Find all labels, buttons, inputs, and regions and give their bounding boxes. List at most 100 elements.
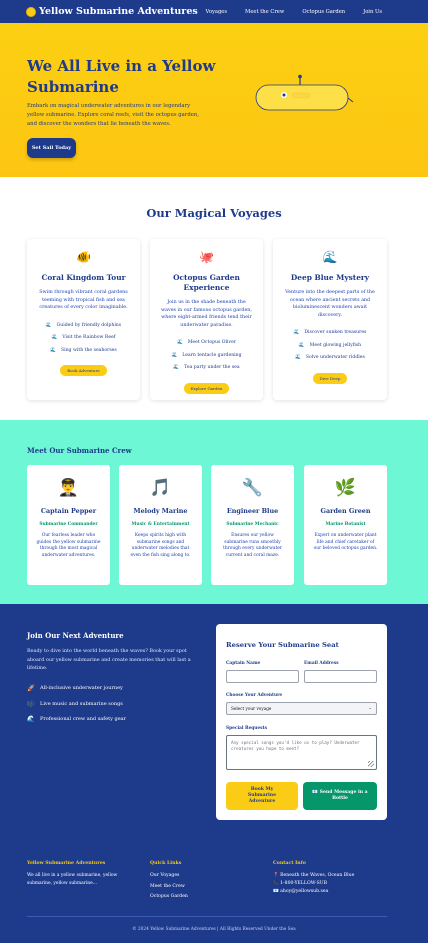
special-requests-textarea[interactable]: Any special songs you'd like us to play?… xyxy=(226,735,377,770)
site-footer: Yellow Submarine Adventures We all live … xyxy=(0,839,428,943)
form-title: Reserve Your Submarine Seat xyxy=(226,641,339,649)
nav-voyages[interactable]: Voyages xyxy=(206,9,227,15)
list-item: 🌊 Learn tentacle gardening xyxy=(171,352,242,358)
footer-link-garden[interactable]: Octopus Garden xyxy=(150,894,188,899)
list-item: 🌊 Solve underwater riddles xyxy=(295,355,365,361)
crew-name: Melody Marine xyxy=(133,507,188,515)
feature-item: 🌊 Professional crew and safety gear xyxy=(27,715,127,723)
hero-section: We All Live in a Yellow Submarine Embark… xyxy=(0,23,428,177)
captain-name-field[interactable] xyxy=(226,670,299,683)
voyage-features: 🌊 Meet Octopus Oliver 🌊 Learn tentacle gar… xyxy=(150,337,263,375)
footer-brand-title: Yellow Submarine Adventures xyxy=(27,861,106,866)
footer-link-voyages[interactable]: Our Voyages xyxy=(150,873,179,878)
adventure-title: Join Our Next Adventure xyxy=(27,631,124,640)
voyage-description: Venture into the deepest parts of the oc… xyxy=(285,290,375,318)
crew-name: Captain Pepper xyxy=(40,507,97,515)
wave-icon: 🌊 xyxy=(173,365,180,371)
feature-item: 🚀 All-inclusive underwater journey xyxy=(27,684,123,692)
voyage-card-deep-blue: 🌊 Deep Blue Mystery Venture into the dee… xyxy=(273,239,387,400)
voyage-description: Swim through vibrant coral gardens teemi… xyxy=(39,290,128,311)
resize-handle-icon[interactable] xyxy=(368,761,374,767)
main-nav: Voyages Meet the Crew Octopus Garden Joi… xyxy=(206,0,382,23)
wrench-icon: 🔧 xyxy=(241,478,264,498)
footer-divider xyxy=(27,916,387,917)
footer-link-crew[interactable]: Meet the Crew xyxy=(150,884,185,889)
book-adventure-button[interactable]: Book Adventure xyxy=(60,365,107,377)
crew-card-garden: 🌿 Garden Green Marine Botanist Expert on… xyxy=(304,465,387,585)
hero-title: We All Live in a Yellow Submarine xyxy=(27,57,216,96)
contact-phone: 📞 1-800-YELLOW-SUB xyxy=(273,881,328,886)
crew-card-melody: 🎵 Melody Marine Music & Entertainment Ke… xyxy=(119,465,202,585)
crew-description: Expert on underwater plant life and chie… xyxy=(313,533,378,552)
crew-name: Garden Green xyxy=(320,507,371,515)
voyage-features: 🌊 Discover sunken treasures 🌊 Meet glowing… xyxy=(273,327,387,365)
list-item: 🌊 Meet glowing jellyfish xyxy=(298,342,362,348)
chevron-down-icon: ⌄ xyxy=(368,706,372,711)
wave-icon: 🌊 xyxy=(45,322,52,328)
crew-card-engineer: 🔧 Engineer Blue Submarine Mechanic Ensur… xyxy=(211,465,294,585)
contact-email[interactable]: 📧 ahoy@yellowsub.sea xyxy=(273,889,328,894)
fish-icon: 🐠 xyxy=(76,250,91,264)
voyage-card-octopus: 🐙 Octopus Garden Experience Join us in t… xyxy=(150,239,263,400)
contact-address: 📍 Beneath the Waves, Ocean Blue xyxy=(273,873,355,878)
adventure-intro: Ready to dive into the world beneath the… xyxy=(27,648,191,671)
book-adventure-submit-button[interactable]: Book My Submarine Adventure xyxy=(226,782,298,810)
join-adventure-section: Join Our Next Adventure Ready to dive in… xyxy=(0,604,428,839)
crew-description: Keeps spirits high with submarine songs … xyxy=(130,533,191,558)
crew-section: Meet Our Submarine Crew 👨‍✈️ Captain Pep… xyxy=(0,420,428,604)
nav-octopus-garden[interactable]: Octopus Garden xyxy=(302,9,345,15)
message-in-bottle-button[interactable]: 📧 Send Message in a Bottle xyxy=(303,782,377,810)
explore-garden-button[interactable]: Explore Garden xyxy=(183,382,230,394)
crew-role: Music & Entertainment xyxy=(131,522,190,527)
email-field[interactable] xyxy=(304,670,377,683)
voyage-select[interactable]: Select your voyage ⌄ xyxy=(226,702,377,715)
textarea-placeholder: Any special songs you'd like us to play?… xyxy=(231,740,360,751)
quick-links-title: Quick Links xyxy=(150,861,182,866)
brand[interactable]: Yellow Submarine Adventures xyxy=(26,6,198,17)
list-item: 🌊 Visit the Rainbow Reef xyxy=(51,335,116,341)
voyage-title: Deep Blue Mystery xyxy=(290,273,370,282)
crew-name: Engineer Blue xyxy=(226,507,279,515)
feature-item: 🎼 Live music and submarine songs xyxy=(27,700,123,708)
voyage-title: Octopus Garden Experience xyxy=(173,273,240,292)
reservation-form: Reserve Your Submarine Seat Captain Name… xyxy=(216,624,387,820)
voyage-description: Join us in the shade beneath the waves i… xyxy=(161,300,252,328)
yellow-submarine-illustration xyxy=(255,74,354,111)
wave-icon: 🌊 xyxy=(295,355,301,361)
rocket-icon: 🚀 xyxy=(27,684,36,692)
list-item: 🌊 Sing with the seahorses xyxy=(50,347,117,353)
special-requests-label: Special Requests xyxy=(226,726,267,731)
nav-meet-the-crew[interactable]: Meet the Crew xyxy=(245,9,284,15)
voyage-title: Coral Kingdom Tour xyxy=(41,273,126,282)
voyage-card-coral: 🐠 Coral Kingdom Tour Swim through vibran… xyxy=(27,239,140,400)
voyage-select-label: Choose Your Adventure xyxy=(226,693,283,698)
brand-name: Yellow Submarine Adventures xyxy=(39,6,198,17)
wave-icon: 🌊 xyxy=(176,340,183,346)
music-score-icon: 🎼 xyxy=(27,700,36,708)
crew-card-captain: 👨‍✈️ Captain Pepper Submarine Commander … xyxy=(27,465,110,585)
crew-role: Submarine Commander xyxy=(39,522,98,527)
sun-icon xyxy=(26,6,36,17)
octopus-icon: 🐙 xyxy=(199,250,214,264)
copyright: © 2024 Yellow Submarine Adventures | All… xyxy=(132,927,296,932)
crew-description: Our fearless leader who guides the yello… xyxy=(36,533,101,558)
set-sail-button[interactable]: Set Sail Today xyxy=(27,138,76,158)
wave-icon: 🌊 xyxy=(171,352,178,358)
nav-join-us[interactable]: Join Us xyxy=(363,9,382,15)
crew-role: Marine Botanist xyxy=(325,522,366,527)
wave-icon: 🌊 xyxy=(298,342,305,348)
dive-deep-button[interactable]: Dive Deep xyxy=(312,372,348,384)
contact-title: Contact Info xyxy=(273,861,306,866)
wave-icon: 🌊 xyxy=(293,330,300,336)
crew-role: Submarine Mechanic xyxy=(226,522,279,527)
hero-subtitle: Embark on magical underwater adventures … xyxy=(27,103,199,127)
herb-icon: 🌿 xyxy=(334,478,357,498)
crew-description: Ensures our yellow submarine runs smooth… xyxy=(223,533,282,558)
list-item: 🌊 Discover sunken treasures xyxy=(293,330,367,336)
pilot-icon: 👨‍✈️ xyxy=(57,478,80,498)
list-item: 🌊 Meet Octopus Oliver xyxy=(176,340,237,346)
wave-icon: 🌊 xyxy=(27,715,36,723)
captain-name-label: Captain Name xyxy=(226,661,261,666)
wave-icon: 🌊 xyxy=(50,347,56,353)
list-item: 🌊 Guided by friendly dolphins xyxy=(45,322,122,328)
